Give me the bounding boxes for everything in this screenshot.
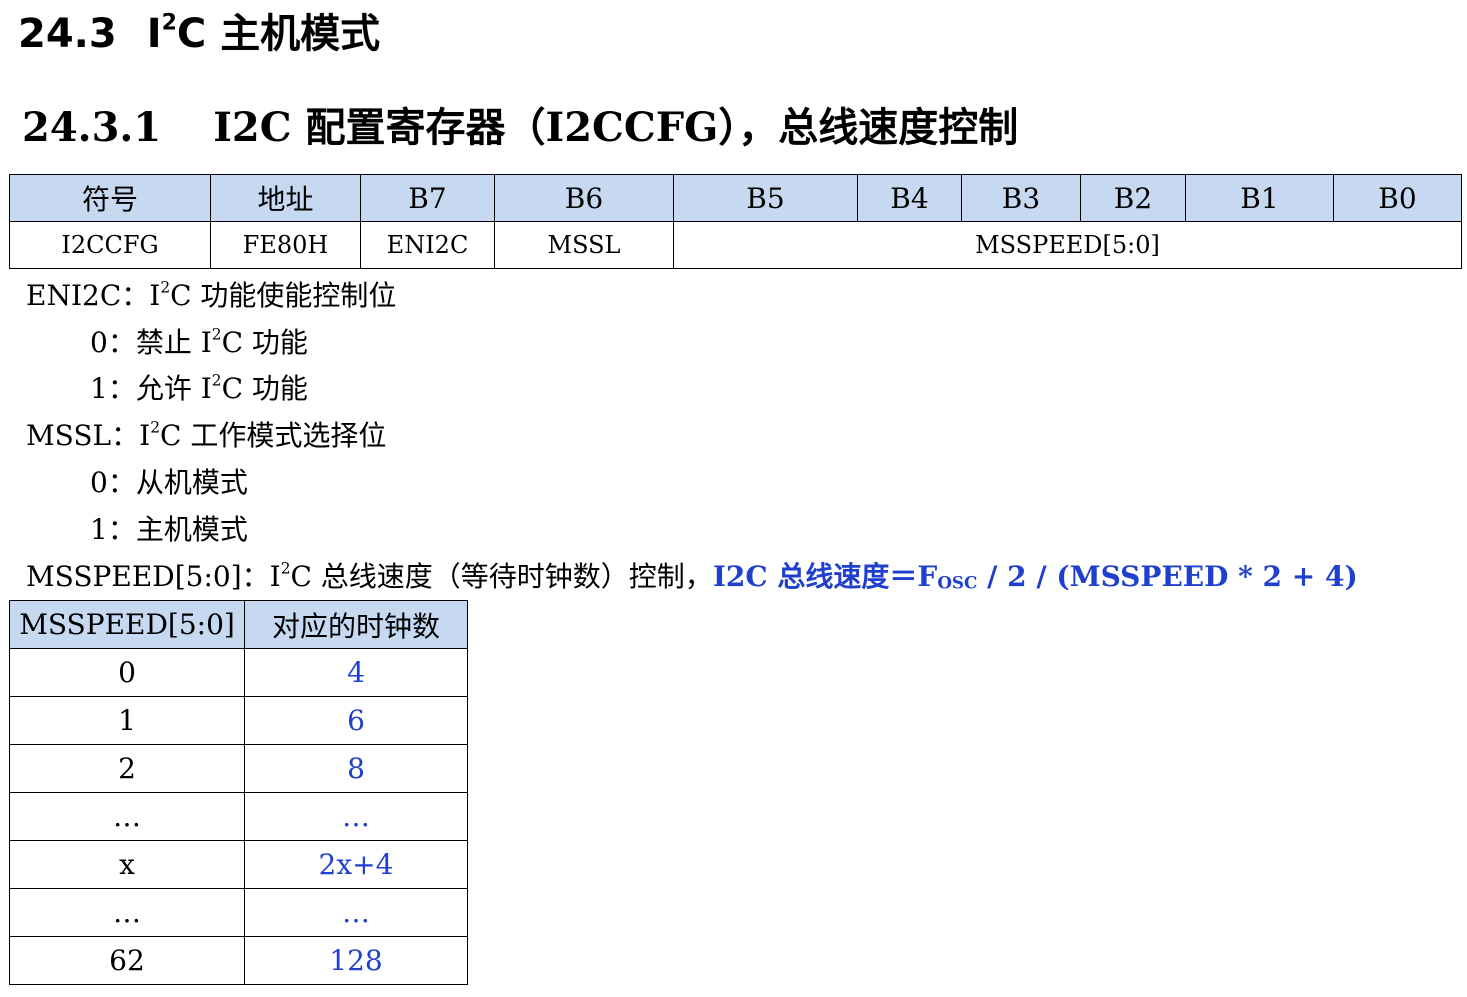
eni2c-text-pre: I	[149, 279, 161, 312]
cell-b7: ENI2C	[360, 221, 495, 269]
eni2c-text-post: C 功能使能控制位	[170, 279, 397, 312]
register-value-row: I2CCFG FE80H ENI2C MSSL MSSPEED[5:0]	[9, 221, 1462, 269]
eni2c-option-1-post: C 功能	[221, 372, 308, 405]
clock-count-value: 8	[244, 744, 468, 793]
header-b5: B5	[673, 174, 858, 222]
table-row: … …	[9, 888, 468, 937]
subsection-title: I2C 配置寄存器（I2CCFG），总线速度控制	[213, 104, 1019, 151]
header-b7: B7	[360, 174, 495, 222]
section-number: 24.3	[18, 11, 117, 57]
subsection-number: 24.3.1	[22, 104, 162, 151]
clock-count-value: 4	[244, 648, 468, 697]
eni2c-label: ENI2C：	[26, 279, 150, 312]
msspeed-label: MSSPEED[5:0]：	[26, 560, 270, 593]
bus-speed-formula: I2C 总线速度＝FOSC / 2 / (MSSPEED * 2 + 4)	[713, 560, 1358, 593]
subsection-heading: 24.3.1 I2C 配置寄存器（I2CCFG），总线速度控制	[22, 98, 1018, 158]
msspeed-text-pre: I	[269, 560, 281, 593]
msspeed-value: 1	[9, 696, 245, 745]
msspeed-value: x	[9, 840, 245, 889]
section-heading: 24.3 I2C 主机模式	[18, 6, 380, 62]
mssl-label: MSSL：	[26, 419, 140, 452]
msspeed-header-row: MSSPEED[5:0] 对应的时钟数	[9, 600, 468, 649]
msspeed-value: …	[9, 792, 245, 841]
cell-address: FE80H	[210, 221, 361, 269]
mssl-option-0: 0：从机模式	[90, 466, 248, 499]
mssl-text-pre: I	[139, 419, 151, 452]
clock-count-value: 2x+4	[244, 840, 468, 889]
register-table: 符号 地址 B7 B6 B5 B4 B3 B2 B1 B0 I2CCFG FE8…	[9, 174, 1462, 269]
mssl-text-post: C 工作模式选择位	[160, 419, 387, 452]
table-row: 1 6	[9, 696, 468, 745]
eni2c-option-0-pre: 0：禁止 I	[90, 326, 212, 359]
msspeed-text-post: C 总线速度（等待时钟数）控制，	[290, 560, 713, 593]
header-address: 地址	[210, 174, 361, 222]
eni2c-option-1-sup: 2	[211, 371, 222, 390]
header-b4: B4	[857, 174, 962, 222]
section-title-pre: I	[146, 11, 162, 57]
cell-symbol: I2CCFG	[9, 221, 211, 269]
formula-post: / 2 / (MSSPEED * 2 + 4)	[977, 560, 1358, 593]
clock-count-value: …	[244, 888, 468, 937]
header-msspeed: MSSPEED[5:0]	[9, 600, 245, 649]
eni2c-option-0-post: C 功能	[221, 326, 308, 359]
clock-count-value: …	[244, 792, 468, 841]
table-row: 62 128	[9, 936, 468, 985]
header-b1: B1	[1185, 174, 1334, 222]
header-clock-count: 对应的时钟数	[244, 600, 468, 649]
eni2c-text-sup: 2	[160, 278, 171, 297]
header-b0: B0	[1333, 174, 1462, 222]
msspeed-value: …	[9, 888, 245, 937]
register-header-row: 符号 地址 B7 B6 B5 B4 B3 B2 B1 B0	[9, 174, 1462, 222]
msspeed-description: MSSPEED[5:0]：I2C 总线速度（等待时钟数）控制，I2C 总线速度＝…	[26, 557, 1358, 603]
clock-count-value: 128	[244, 936, 468, 985]
formula-pre: I2C 总线速度＝F	[712, 560, 938, 593]
header-symbol: 符号	[9, 174, 211, 222]
eni2c-option-1: 1：允许 I2C 功能	[90, 369, 308, 409]
msspeed-text-sup: 2	[280, 559, 291, 578]
header-b2: B2	[1080, 174, 1186, 222]
msspeed-value: 2	[9, 744, 245, 793]
table-row: 0 4	[9, 648, 468, 697]
cell-b5-b0: MSSPEED[5:0]	[673, 221, 1462, 269]
eni2c-option-0: 0：禁止 I2C 功能	[90, 323, 308, 363]
msspeed-table: MSSPEED[5:0] 对应的时钟数 0 4 1 6 2 8 … … x 2x…	[9, 600, 468, 985]
eni2c-option-0-sup: 2	[211, 325, 222, 344]
cell-b6: MSSL	[494, 221, 674, 269]
section-title-post: C 主机模式	[176, 11, 381, 57]
mssl-text-sup: 2	[150, 418, 160, 437]
mssl-description: MSSL：I2C 工作模式选择位	[26, 416, 386, 456]
header-b3: B3	[961, 174, 1081, 222]
eni2c-option-1-pre: 1：允许 I	[90, 372, 212, 405]
msspeed-value: 62	[9, 936, 245, 985]
msspeed-value: 0	[9, 648, 245, 697]
mssl-option-1: 1：主机模式	[90, 513, 248, 546]
table-row: x 2x+4	[9, 840, 468, 889]
table-row: 2 8	[9, 744, 468, 793]
section-title-sup: 2	[161, 10, 177, 36]
formula-sub-osc: OSC	[937, 572, 978, 593]
header-b6: B6	[494, 174, 674, 222]
table-row: … …	[9, 792, 468, 841]
clock-count-value: 6	[244, 696, 468, 745]
eni2c-description: ENI2C：I2C 功能使能控制位	[26, 276, 396, 316]
